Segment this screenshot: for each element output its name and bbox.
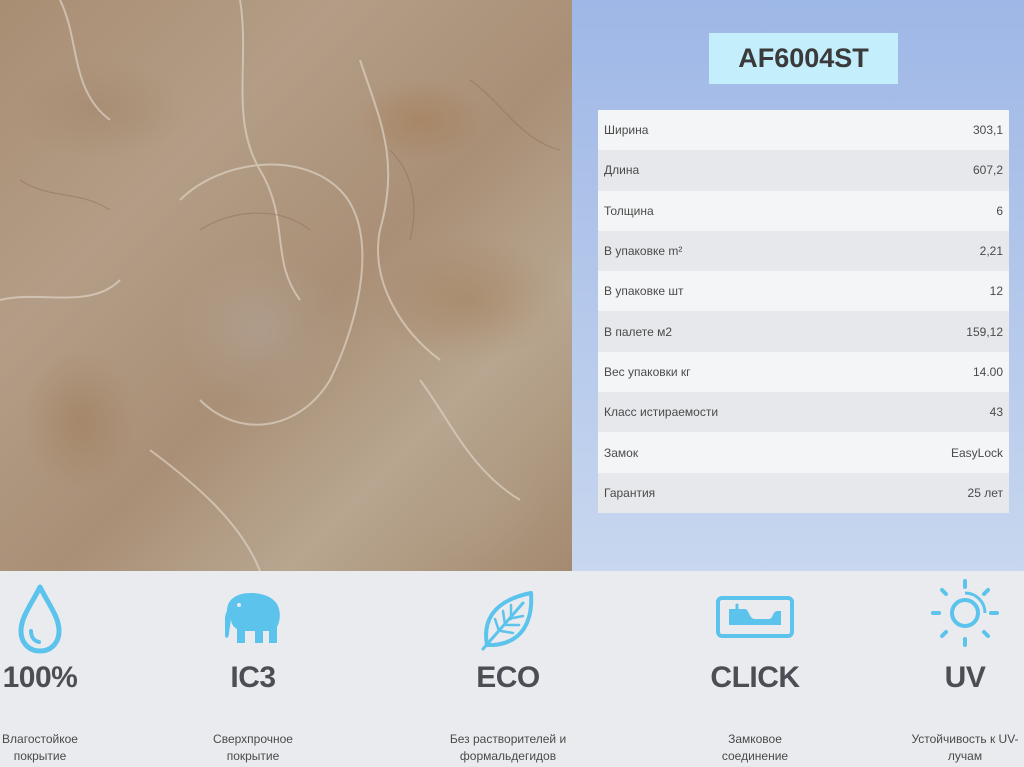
spec-value: 12 [989, 284, 1003, 299]
spec-value: 43 [989, 405, 1003, 420]
spec-value: EasyLock [950, 445, 1003, 460]
spec-row: В упаковке шт 12 [598, 271, 1009, 312]
spec-row: В упаковке m² 2,21 [598, 230, 1009, 272]
sun-icon [931, 579, 999, 647]
spec-table: Ширина 303,1 Длина 607,2 Толщина 6 В упаков… [598, 110, 1009, 513]
spec-value: 25 лет [967, 485, 1003, 500]
feature-title: 100% [2, 661, 78, 694]
spec-row: Длина 607,2 [598, 150, 1009, 191]
feature-description: Без растворителей и формальдегидов [449, 732, 567, 763]
spec-value: 14.00 [972, 364, 1003, 379]
spec-value: 6 [996, 203, 1003, 218]
spec-value: 159,12 [966, 324, 1003, 339]
spec-label: Вес упаковки кг [604, 364, 691, 379]
stone-cracks [0, 0, 561, 571]
feature-description: Влагостойкое покрытие [2, 732, 78, 763]
water-drop-icon [18, 584, 62, 654]
leaf-icon [481, 591, 534, 651]
click-lock-icon [716, 596, 794, 638]
spec-value: 607,2 [972, 163, 1003, 178]
feature-title: CLICK [710, 661, 800, 694]
spec-row: Класс истираемости 43 [598, 392, 1009, 433]
elephant-icon [225, 593, 280, 643]
spec-label: В палете м2 [604, 324, 673, 339]
spec-label: В упаковке m² [604, 244, 683, 259]
spec-label: В упаковке шт [604, 284, 684, 299]
spec-label: Замок [604, 445, 639, 460]
spec-value: 303,1 [972, 123, 1003, 138]
feature-title: UV [944, 661, 986, 694]
spec-row: Толщина 6 [598, 190, 1009, 231]
spec-row: Ширина 303,1 [598, 110, 1009, 151]
feature-description: Замковое соединение [721, 732, 789, 763]
spec-panel: AF6004ST Ширина 303,1 Длина 607,2 Толщина 6… [572, 0, 1024, 571]
spec-row: В палете м2 159,12 [598, 311, 1009, 352]
feature-title: IC3 [230, 661, 276, 694]
spec-value: 2,21 [979, 244, 1003, 259]
spec-row: Замок EasyLock [598, 432, 1009, 473]
spec-label: Класс истираемости [604, 405, 719, 420]
spec-label: Гарантия [604, 485, 656, 500]
spec-label: Толщина [604, 203, 654, 218]
spec-label: Ширина [604, 123, 649, 138]
product-code: AF6004ST [709, 33, 898, 84]
spec-row: Вес упаковки кг 14.00 [598, 351, 1009, 393]
spec-label: Длина [604, 163, 640, 178]
feature-title: ECO [476, 661, 540, 694]
features-strip: 100% Влагостойкое покрытие IC3 Сверхпрочн… [0, 571, 1024, 767]
stone-texture-image [0, 0, 572, 571]
feature-description: Сверхпрочное покрытие [213, 732, 293, 763]
spec-row: Гарантия 25 лет [598, 472, 1009, 513]
feature-description: Устойчивость к UV-лучам [911, 732, 1019, 763]
